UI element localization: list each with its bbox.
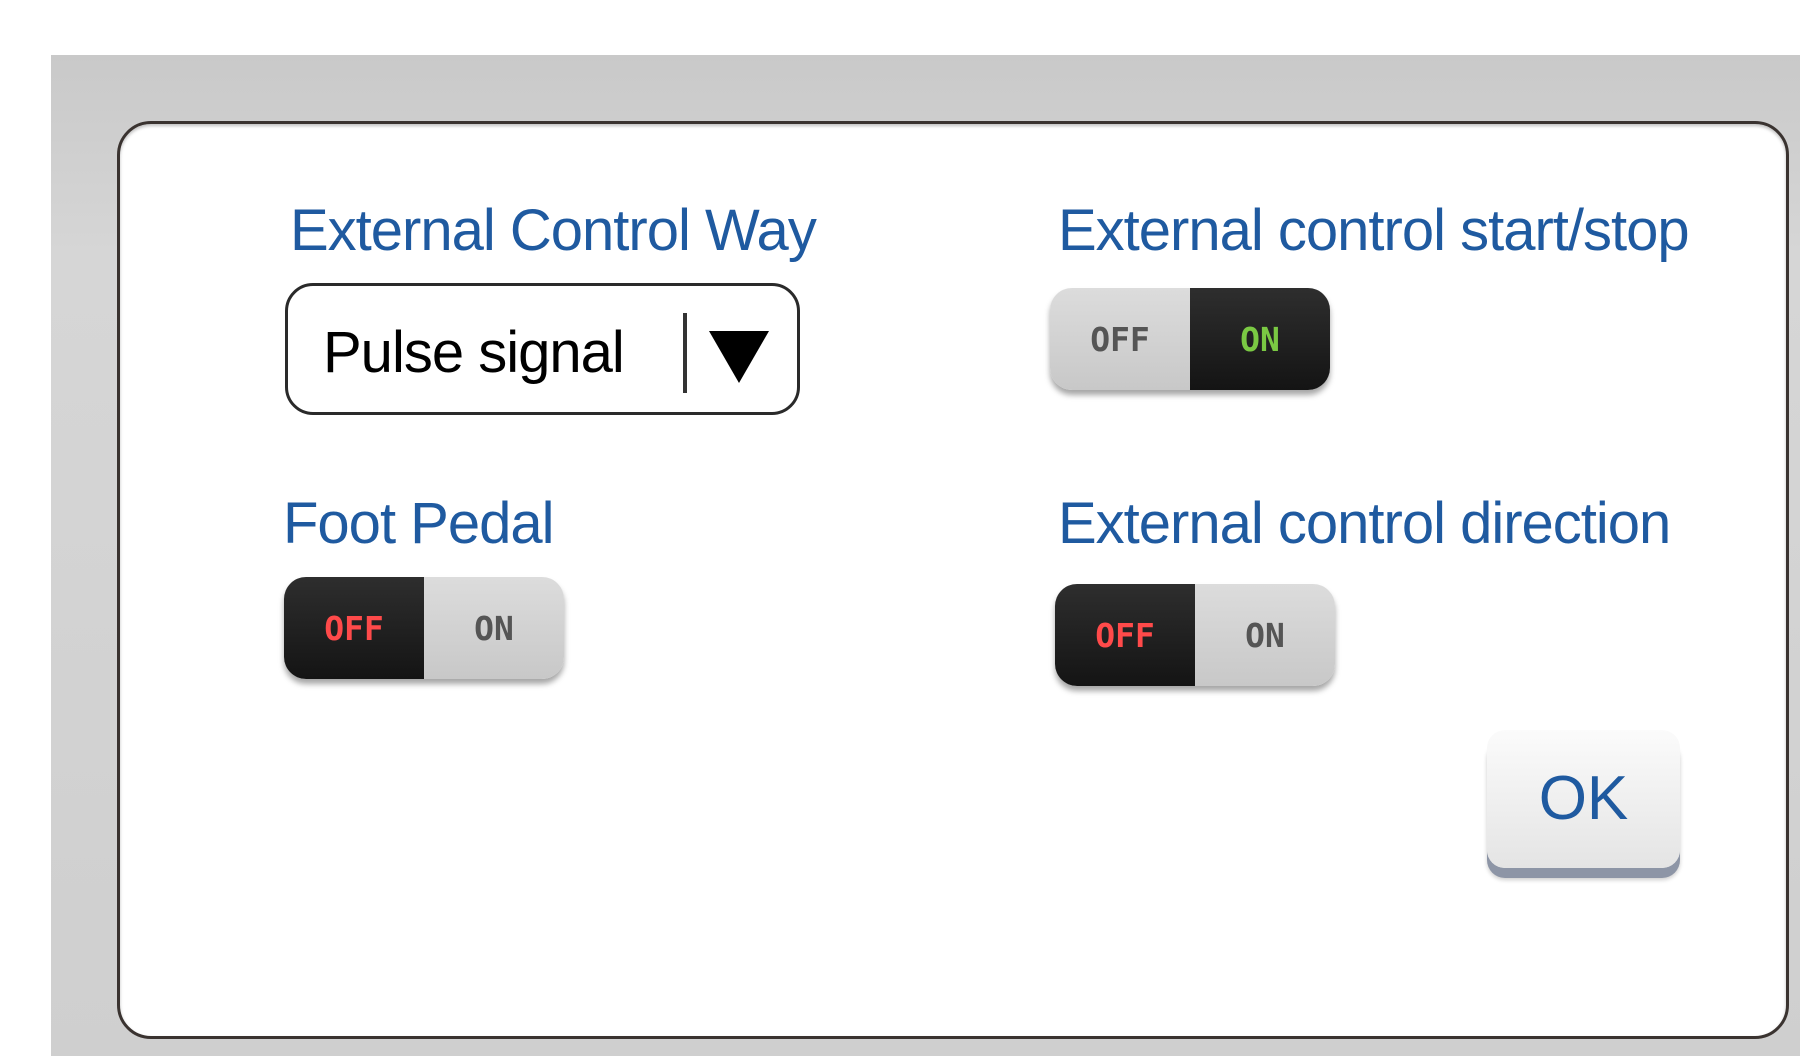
foot-pedal-on-segment[interactable]: ON (424, 577, 564, 679)
triangle-down-icon[interactable] (709, 331, 769, 383)
control-way-dropdown[interactable]: Pulse signal (285, 283, 800, 415)
direction-off-segment[interactable]: OFF (1055, 584, 1195, 686)
ok-button[interactable]: OK (1487, 730, 1680, 868)
foot-pedal-off-segment[interactable]: OFF (284, 577, 424, 679)
direction-on-segment[interactable]: ON (1195, 584, 1335, 686)
direction-label: External control direction (1058, 491, 1671, 556)
start-stop-toggle[interactable]: OFF ON (1050, 288, 1330, 390)
foot-pedal-toggle[interactable]: OFF ON (284, 577, 564, 679)
direction-toggle[interactable]: OFF ON (1055, 584, 1335, 686)
start-stop-label: External control start/stop (1058, 198, 1690, 263)
start-stop-on-segment[interactable]: ON (1190, 288, 1330, 390)
start-stop-off-segment[interactable]: OFF (1050, 288, 1190, 390)
dropdown-separator (683, 313, 687, 393)
ok-button-label: OK (1538, 764, 1629, 833)
foot-pedal-label: Foot Pedal (283, 491, 555, 556)
control-way-label: External Control Way (290, 198, 817, 263)
control-way-selected-value: Pulse signal (323, 320, 625, 385)
